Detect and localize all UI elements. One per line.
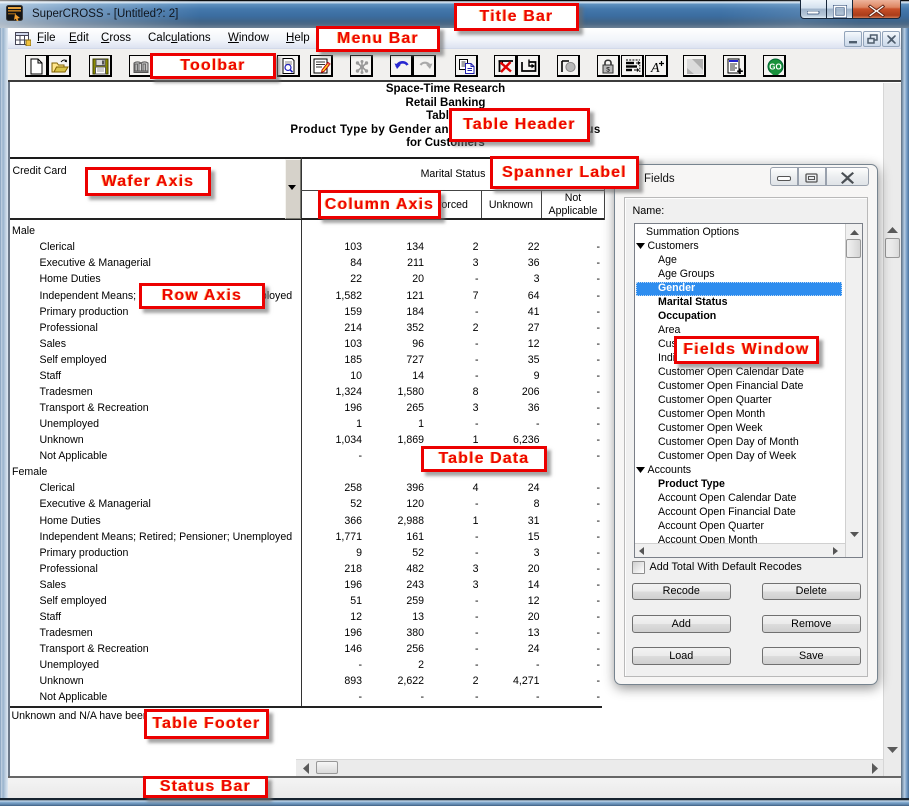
svg-text:GO: GO bbox=[769, 62, 781, 71]
svg-text:$: $ bbox=[606, 66, 610, 73]
svg-text:A: A bbox=[650, 61, 660, 75]
